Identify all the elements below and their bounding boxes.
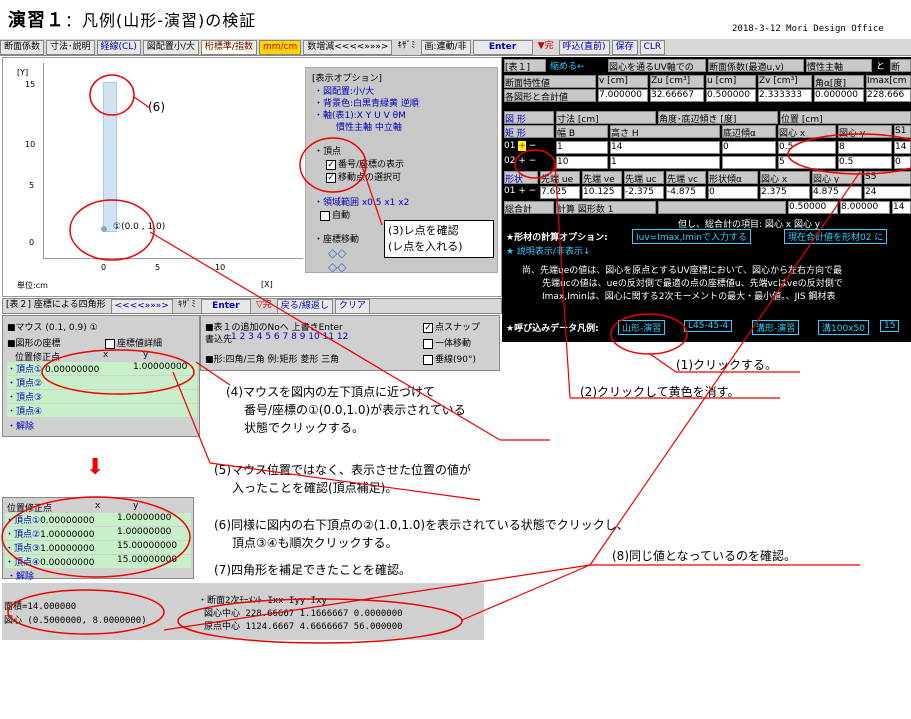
annotation-overlay bbox=[1, 74, 911, 644]
